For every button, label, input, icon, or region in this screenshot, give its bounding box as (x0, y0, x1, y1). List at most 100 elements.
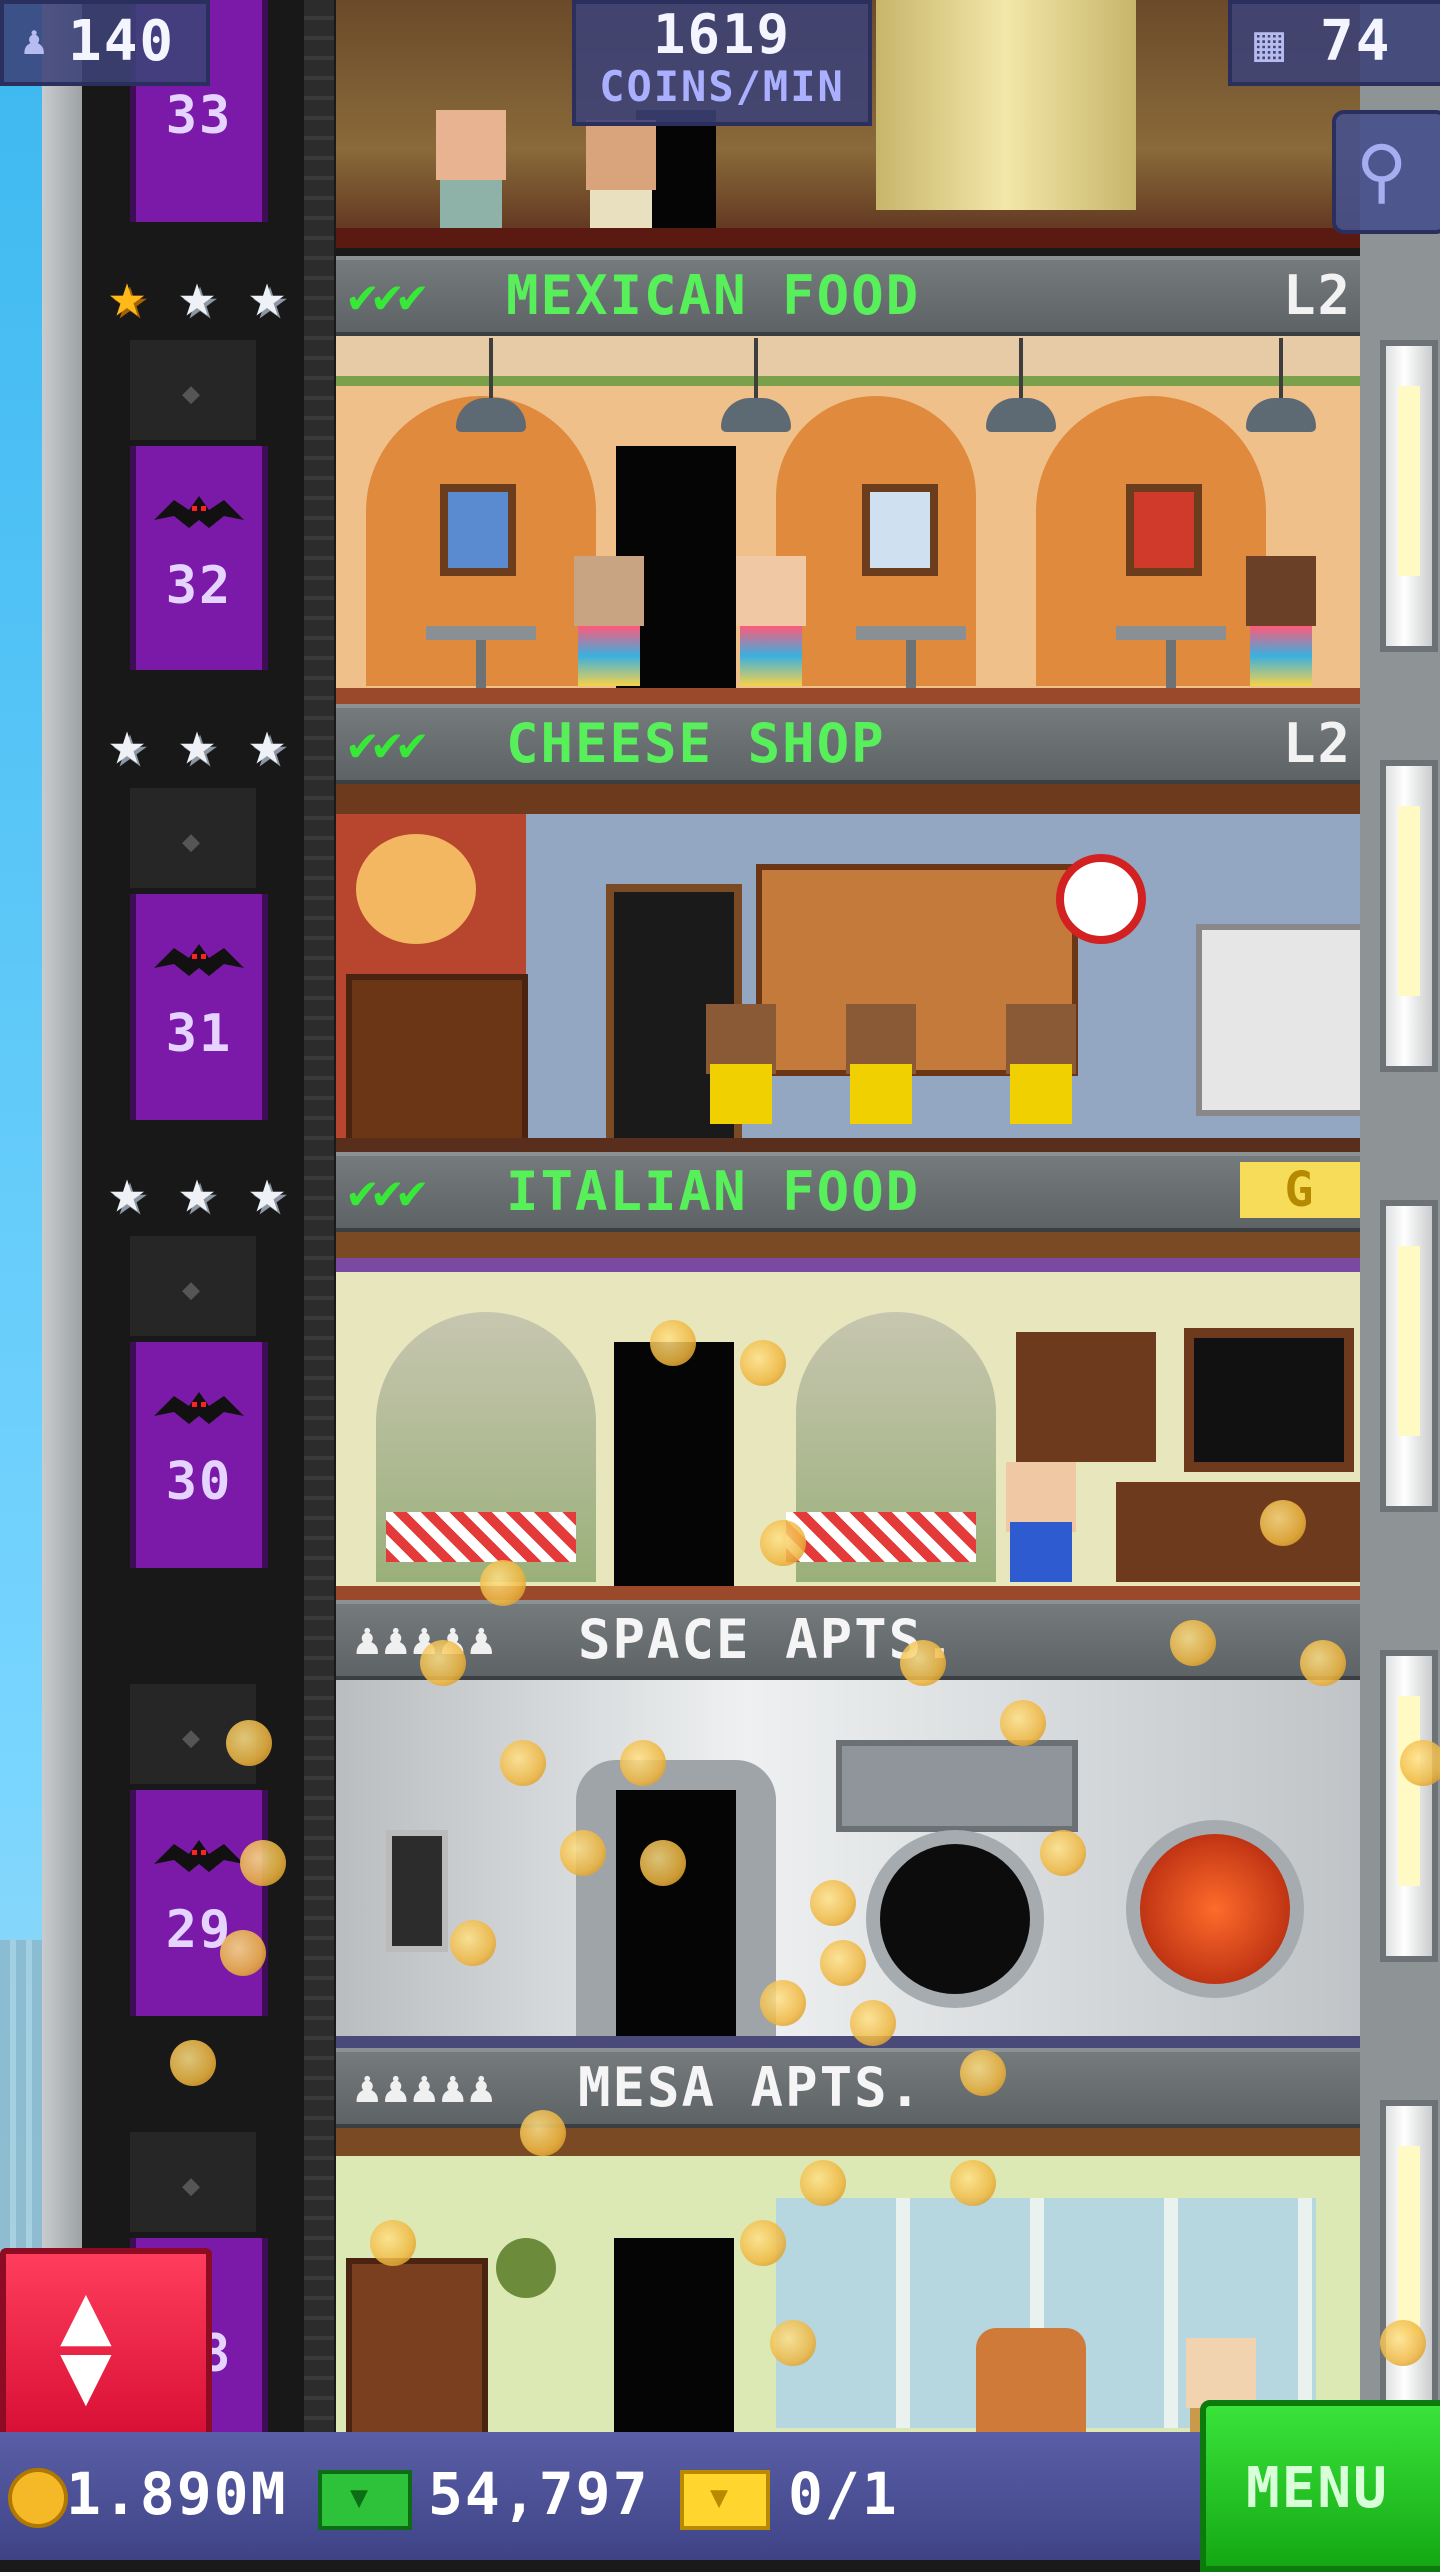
hanging-plant (496, 2238, 556, 2298)
counter (1116, 1482, 1360, 1582)
search-button[interactable]: ⚲ (1332, 110, 1440, 234)
coin-icon (500, 1740, 546, 1786)
coin-icon (226, 1720, 272, 1766)
elevator-gap: ◆ (130, 1236, 256, 1336)
coin-icon (760, 1520, 806, 1566)
coin-balance[interactable]: 1.890M (66, 2462, 288, 2526)
elevator-car-floor-31[interactable]: 31 (130, 894, 268, 1120)
tower-window (1380, 760, 1438, 1072)
wall-picture (1126, 484, 1202, 576)
mexican-food-room[interactable] (336, 336, 1360, 704)
italian-food-room[interactable] (336, 1232, 1360, 1602)
tower-window (1380, 340, 1438, 652)
mesa-apts-room[interactable] (336, 2128, 1360, 2432)
silver-star-icon: ★ (248, 258, 286, 331)
checkered-table (386, 1512, 576, 1562)
population-value: 140 (68, 9, 176, 74)
porthole (1126, 1820, 1304, 1998)
coin-icon (760, 1980, 806, 2026)
shopkeeper (696, 974, 786, 1124)
elevator-gap: ◆ (130, 788, 256, 888)
coin-icon (650, 1320, 696, 1366)
floor-banner-cheese-shop[interactable]: ✔✔✔ CHEESE SHOP L2 (336, 704, 1360, 784)
elevator-floor-number: 30 (165, 1452, 233, 1512)
elevator-button[interactable]: ▲ ▼ (0, 2248, 212, 2442)
coin-icon (820, 1940, 866, 1986)
floor-stars: ★ ★ ★ (94, 1158, 304, 1228)
floor-banner-mexican-food[interactable]: ✔✔✔ MEXICAN FOOD L2 (336, 256, 1360, 336)
tower-left-wall (42, 0, 82, 2560)
silver-star-icon: ★ (248, 706, 286, 779)
floor-name: MEXICAN FOOD (506, 264, 921, 327)
coin-icon (850, 2000, 896, 2046)
bux-balance[interactable]: 54,797 (428, 2462, 650, 2526)
coin-icon (560, 1830, 606, 1876)
silver-star-icon: ★ (178, 706, 216, 779)
coin-icon (450, 1920, 496, 1966)
population-counter[interactable]: ♟ 140 (0, 0, 210, 86)
menu-button[interactable]: MENU (1200, 2400, 1440, 2572)
wall-picture (440, 484, 516, 576)
space-apts-room[interactable] (336, 1680, 1360, 2052)
cheese-counter (1196, 924, 1360, 1116)
bat-icon (154, 496, 244, 528)
elevator-car-floor-30[interactable]: 30 (130, 1342, 268, 1568)
elevator-floor-number: 31 (165, 1004, 233, 1064)
table (1116, 626, 1226, 696)
control-panel (836, 1740, 1078, 1832)
vip-count[interactable]: 0/1 (788, 2462, 899, 2526)
up-down-arrows-icon: ▲ ▼ (60, 2264, 112, 2424)
coin-icon (960, 2050, 1006, 2096)
coin-icon (1040, 1830, 1086, 1876)
check-icons: ✔✔✔ (348, 268, 427, 324)
floor-banner-mesa-apts[interactable]: ♟♟♟♟♟ MESA APTS. (336, 2048, 1360, 2128)
table (856, 626, 966, 696)
coin-icon (1170, 1620, 1216, 1666)
room-door (614, 1342, 734, 1592)
floor-stars: ★ ★ ★ (94, 262, 304, 332)
floor-name: CHEESE SHOP (506, 712, 886, 775)
ceiling-lamp (986, 338, 1056, 432)
room-door (616, 1790, 736, 2052)
armchair (976, 2328, 1086, 2432)
coin-icon (1380, 2320, 1426, 2366)
coin-icon (240, 1840, 286, 1886)
wall-panel (386, 1830, 448, 1952)
bat-icon (154, 944, 244, 976)
gold-badge[interactable]: G (1240, 1162, 1360, 1218)
elevator-car-floor-29[interactable]: 29 (130, 1790, 268, 2016)
coin-icon (170, 2040, 216, 2086)
tower-bux-icon (318, 2470, 412, 2530)
customer (1236, 536, 1326, 686)
floor-count-value: 74 (1320, 9, 1392, 74)
ceiling-lamp (1246, 338, 1316, 432)
coin-icon (640, 1840, 686, 1886)
coin-icon (950, 2160, 996, 2206)
shopkeeper (836, 974, 926, 1124)
room-door (614, 2238, 734, 2432)
silver-star-icon: ★ (178, 258, 216, 331)
coin-icon (1400, 1740, 1440, 1786)
coin-icon (1300, 1640, 1346, 1686)
elevator-car-floor-32[interactable]: 32 (130, 446, 268, 670)
tower-right-wall (1360, 0, 1440, 2560)
cheese-shop-room[interactable] (336, 784, 1360, 1154)
floor-banner-italian-food[interactable]: ✔✔✔ ITALIAN FOOD G (336, 1152, 1360, 1232)
bat-icon (154, 1840, 244, 1872)
silver-star-icon: ★ (178, 1154, 216, 1227)
shopkeeper (996, 974, 1086, 1124)
floor-counter[interactable]: ▦ 74 (1228, 0, 1440, 86)
coin-icon (800, 2160, 846, 2206)
wall-picture (862, 484, 938, 576)
silver-star-icon: ★ (108, 1154, 146, 1227)
tower-window (1380, 1200, 1438, 1512)
tower-window (1380, 1650, 1438, 1962)
floor-level: L2 (1282, 712, 1352, 775)
coin-rate-value: 1619 (652, 3, 792, 66)
floor-level: L2 (1282, 264, 1352, 327)
cheese-wheel (356, 834, 476, 944)
coin-icon (900, 1640, 946, 1686)
coin-icon (520, 2110, 566, 2156)
person-icon: ♟ (22, 18, 47, 64)
elevator-rail (304, 0, 334, 2560)
